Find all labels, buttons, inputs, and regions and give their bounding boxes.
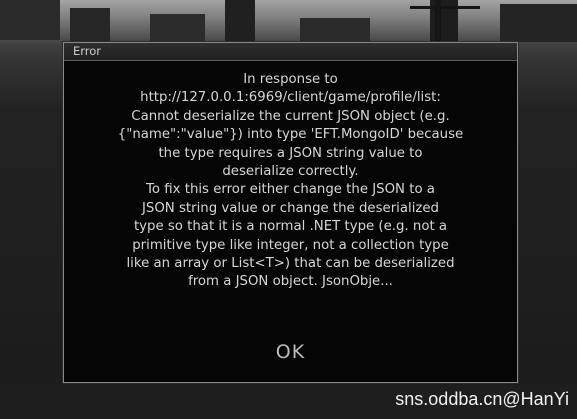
building-silhouette — [150, 14, 205, 42]
crane-arm — [410, 6, 480, 9]
watermark-text: sns.oddba.cn@HanYi — [395, 389, 569, 409]
building-silhouette — [300, 18, 370, 42]
dialog-title: Error — [64, 43, 517, 61]
building-silhouette — [500, 4, 577, 42]
error-dialog: Error In response to http://127.0.0.1:69… — [63, 42, 518, 383]
ok-button[interactable]: OK — [266, 339, 315, 365]
building-silhouette — [0, 0, 60, 40]
building-silhouette — [225, 0, 255, 42]
error-message: In response to http://127.0.0.1:6969/cli… — [117, 72, 464, 290]
building-silhouette — [70, 8, 110, 42]
